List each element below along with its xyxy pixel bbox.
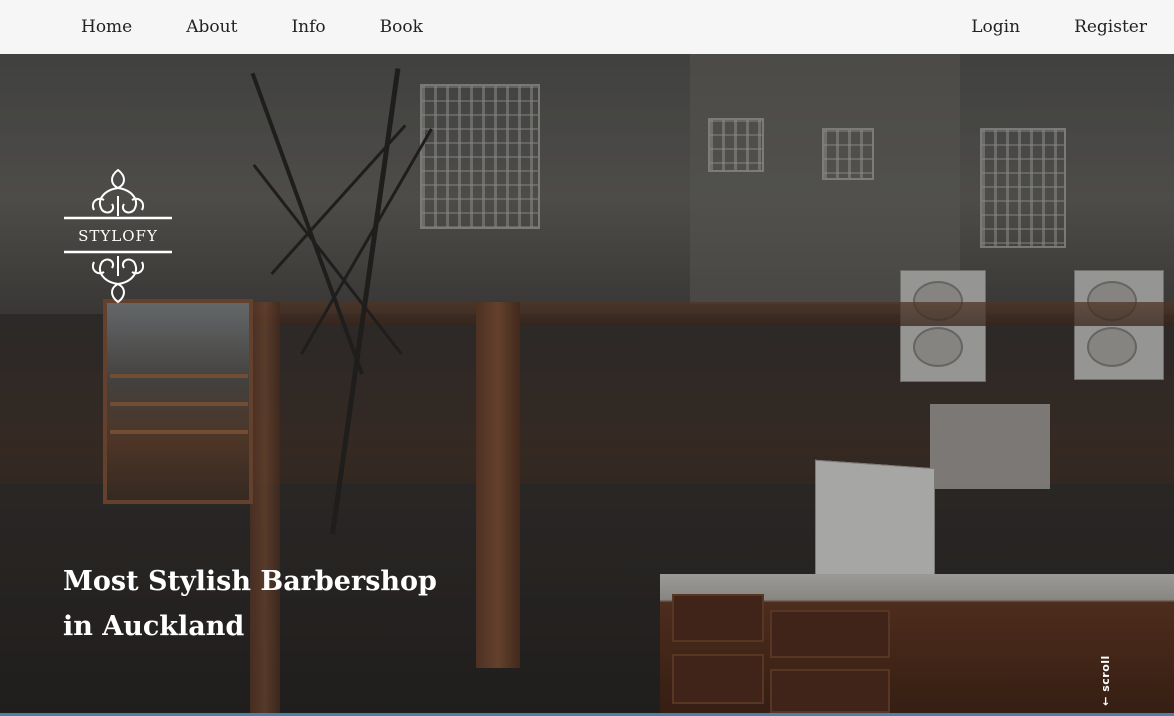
logo-text: STYLOFY — [78, 227, 158, 245]
top-navbar: Home About Info Book Login Register — [0, 0, 1174, 54]
nav-right-group: Login Register — [971, 0, 1147, 54]
nav-link-book[interactable]: Book — [380, 17, 423, 37]
nav-left-group: Home About Info Book — [81, 0, 423, 54]
hero-title-line-1: Most Stylish Barbershop — [63, 566, 437, 597]
scroll-label: ← scroll — [1098, 654, 1112, 706]
nav-link-register[interactable]: Register — [1074, 17, 1147, 37]
hero-title: Most Stylish Barbershop in Auckland — [63, 559, 463, 649]
stylofy-logo[interactable]: STYLOFY — [64, 166, 172, 306]
hero-section: STYLOFY Most Stylish Barbershop in Auckl… — [0, 54, 1174, 716]
ornamental-scroll-icon: STYLOFY — [64, 168, 172, 304]
nav-link-about[interactable]: About — [186, 17, 237, 37]
hero-title-line-2: in Auckland — [63, 611, 245, 642]
nav-link-info[interactable]: Info — [291, 17, 325, 37]
nav-link-home[interactable]: Home — [81, 17, 132, 37]
nav-link-login[interactable]: Login — [971, 17, 1020, 37]
scroll-down-indicator[interactable]: ← scroll — [1096, 650, 1114, 710]
